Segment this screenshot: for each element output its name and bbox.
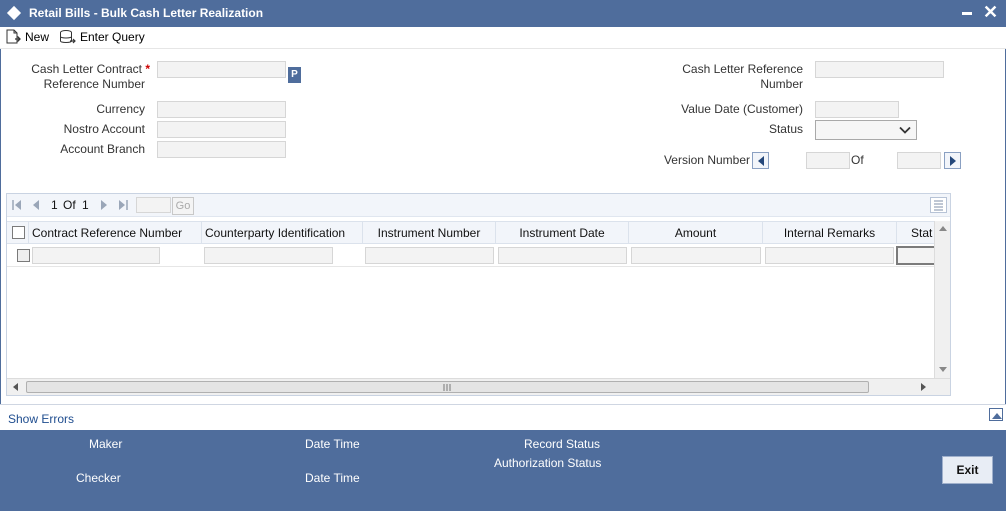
grid-lines-icon (934, 200, 943, 211)
nostro-account-label: Nostro Account (63, 122, 145, 136)
row-checkbox[interactable] (17, 249, 30, 262)
enter-query-label: Enter Query (80, 30, 145, 44)
up-arrow-icon (992, 413, 1002, 419)
cash-letter-ref-label: Cash Letter Reference Number (640, 62, 803, 92)
previous-version-button[interactable] (752, 152, 769, 169)
last-page-icon[interactable] (118, 200, 128, 210)
scroll-right-icon[interactable] (921, 383, 927, 391)
first-page-icon[interactable] (12, 200, 22, 210)
row-instrument-number-input[interactable] (365, 247, 494, 264)
contract-ref-input[interactable] (157, 61, 286, 78)
next-icon (950, 156, 956, 166)
col-instrument-date[interactable]: Instrument Date (496, 222, 629, 243)
record-status-label: Record Status (524, 437, 601, 451)
detail-grid: 1 Of 1 Go Contract Reference Number Coun… (6, 193, 951, 396)
contract-ref-label-line2: Reference Number (43, 77, 145, 91)
row-status-input[interactable] (896, 246, 934, 265)
version-total-input[interactable] (897, 152, 941, 169)
col-status[interactable]: Stat (897, 222, 934, 243)
row-instrument-date-input[interactable] (498, 247, 627, 264)
vertical-scrollbar[interactable] (934, 221, 950, 378)
currency-input[interactable] (157, 101, 286, 118)
version-current-input[interactable] (806, 152, 850, 169)
horizontal-scrollbar[interactable] (7, 378, 950, 395)
horizontal-scroll-thumb[interactable] (26, 381, 869, 393)
pager-total: 1 (82, 198, 89, 212)
contract-ref-label-line1: Cash Letter Contract (31, 62, 142, 76)
window-diamond-icon (6, 5, 22, 21)
status-select[interactable] (815, 120, 917, 140)
maker-label: Maker (89, 437, 123, 451)
audit-footer: Maker Date Time Record Status Authorizat… (0, 430, 1006, 511)
checker-date-time-label: Date Time (305, 471, 360, 485)
chevron-down-icon (899, 126, 911, 134)
row-counterparty-input[interactable] (204, 247, 333, 264)
authorization-status-label: Authorization Status (494, 456, 602, 470)
col-amount[interactable]: Amount (629, 222, 763, 243)
account-branch-label: Account Branch (60, 142, 145, 156)
enter-query-icon (60, 30, 76, 44)
title-bar: Retail Bills - Bulk Cash Letter Realizat… (0, 0, 1006, 27)
pager-current: 1 (51, 198, 58, 212)
currency-label: Currency (96, 102, 145, 116)
version-number-label: Version Number (663, 153, 750, 167)
minimize-icon[interactable] (962, 12, 972, 15)
value-date-label: Value Date (Customer) (681, 102, 803, 116)
grid-header: Contract Reference Number Counterparty I… (7, 221, 934, 244)
col-contract-reference-number[interactable]: Contract Reference Number (29, 222, 202, 243)
grid-options-icon[interactable] (930, 197, 947, 213)
previous-icon (758, 156, 764, 166)
lov-icon[interactable]: P (288, 67, 301, 83)
exit-button[interactable]: Exit (942, 456, 993, 484)
required-mark: * (145, 62, 150, 76)
go-button[interactable]: Go (172, 197, 194, 215)
prev-page-icon[interactable] (32, 200, 40, 210)
nostro-account-input[interactable] (157, 121, 286, 138)
account-branch-input[interactable] (157, 141, 286, 158)
show-errors-link[interactable]: Show Errors (8, 412, 74, 426)
col-internal-remarks[interactable]: Internal Remarks (763, 222, 897, 243)
table-row (7, 244, 934, 267)
cash-letter-ref-label-line1: Cash Letter Reference (682, 62, 803, 76)
scroll-down-icon[interactable] (939, 367, 947, 373)
enter-query-button[interactable]: Enter Query (59, 27, 145, 47)
next-page-icon[interactable] (100, 200, 108, 210)
window-title: Retail Bills - Bulk Cash Letter Realizat… (29, 6, 264, 20)
checker-label: Checker (76, 471, 121, 485)
row-internal-remarks-input[interactable] (765, 247, 894, 264)
header-select-cell (7, 222, 29, 243)
new-button[interactable]: New (5, 27, 49, 47)
contract-ref-label: Cash Letter Contract * Reference Number (10, 62, 150, 92)
new-icon (6, 29, 21, 44)
collapse-up-icon[interactable] (989, 408, 1003, 421)
of-label: Of (851, 153, 864, 167)
maker-date-time-label: Date Time (305, 437, 360, 451)
value-date-input[interactable] (815, 101, 899, 118)
row-amount-input[interactable] (631, 247, 761, 264)
row-contract-reference-input[interactable] (32, 247, 160, 264)
col-counterparty-identification[interactable]: Counterparty Identification (202, 222, 363, 243)
col-instrument-number[interactable]: Instrument Number (363, 222, 496, 243)
next-version-button[interactable] (944, 152, 961, 169)
select-all-checkbox[interactable] (12, 226, 25, 239)
pager-of: Of (63, 198, 76, 212)
scroll-left-icon[interactable] (12, 383, 18, 391)
grid-pager: 1 Of 1 Go (7, 194, 950, 217)
toolbar: New Enter Query (0, 27, 1006, 49)
close-icon[interactable]: ✕ (983, 2, 998, 22)
errors-bar: Show Errors (0, 404, 1006, 430)
status-label: Status (768, 122, 803, 136)
scroll-grip-icon (443, 384, 451, 391)
pager-page-input[interactable] (136, 197, 171, 213)
scroll-up-icon[interactable] (939, 225, 947, 231)
cash-letter-ref-label-line2: Number (760, 77, 803, 91)
cash-letter-ref-input[interactable] (815, 61, 944, 78)
new-label: New (25, 30, 50, 44)
